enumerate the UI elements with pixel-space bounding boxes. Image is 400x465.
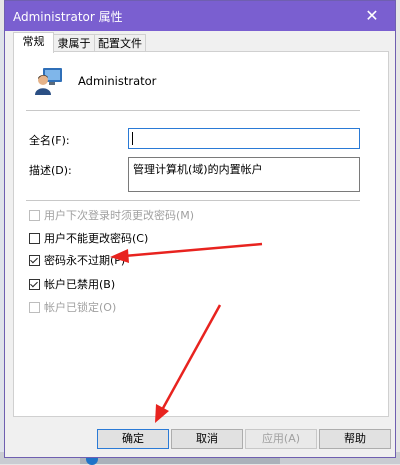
tab-panel-general: Administrator 全名(F): 描述(D): 管理计算机(域)的内置帐… <box>13 51 389 417</box>
divider <box>26 200 360 201</box>
option-label: 帐户已锁定(O) <box>44 301 117 314</box>
full-name-field[interactable] <box>128 128 360 149</box>
apply-button[interactable]: 应用(A) <box>245 429 317 449</box>
option-cannot-change-password[interactable]: 用户不能更改密码(C) <box>29 230 148 246</box>
title-bar[interactable]: Administrator 属性 ✕ <box>5 1 395 31</box>
description-label: 描述(D): <box>29 164 72 177</box>
divider <box>26 110 360 111</box>
option-label: 密码永不过期(P) <box>44 254 126 267</box>
close-icon: ✕ <box>365 6 379 25</box>
text-caret <box>132 132 133 145</box>
description-field[interactable]: 管理计算机(域)的内置帐户 <box>128 157 360 192</box>
option-label: 用户下次登录时须更改密码(M) <box>44 209 195 222</box>
option-account-locked[interactable]: 帐户已锁定(O) <box>29 299 116 315</box>
option-label: 用户不能更改密码(C) <box>44 232 149 245</box>
close-button[interactable]: ✕ <box>355 3 389 29</box>
description-value: 管理计算机(域)的内置帐户 <box>133 163 263 176</box>
option-account-disabled[interactable]: 帐户已禁用(B) <box>29 276 115 292</box>
checkbox[interactable] <box>29 209 40 221</box>
tab-member-of[interactable]: 隶属于 <box>53 34 95 52</box>
user-account-icon <box>35 68 62 95</box>
checkbox[interactable] <box>29 301 40 313</box>
user-name: Administrator <box>78 74 157 88</box>
help-button[interactable]: 帮助 <box>319 429 391 449</box>
option-label: 帐户已禁用(B) <box>44 278 116 291</box>
cancel-button[interactable]: 取消 <box>171 429 243 449</box>
option-must-change-password[interactable]: 用户下次登录时须更改密码(M) <box>29 207 194 223</box>
checkbox-checked[interactable] <box>29 254 40 266</box>
full-name-label: 全名(F): <box>29 134 70 147</box>
tab-profile[interactable]: 配置文件 <box>94 34 146 52</box>
properties-dialog: Administrator 属性 ✕ 常规 隶属于 配置文件 Administr… <box>4 0 396 458</box>
checkbox-checked[interactable] <box>29 278 40 290</box>
checkbox[interactable] <box>29 232 40 244</box>
tab-general[interactable]: 常规 <box>13 32 54 53</box>
option-password-never-expires[interactable]: 密码永不过期(P) <box>29 252 125 268</box>
ok-button[interactable]: 确定 <box>97 429 169 449</box>
window-title: Administrator 属性 <box>13 10 123 24</box>
